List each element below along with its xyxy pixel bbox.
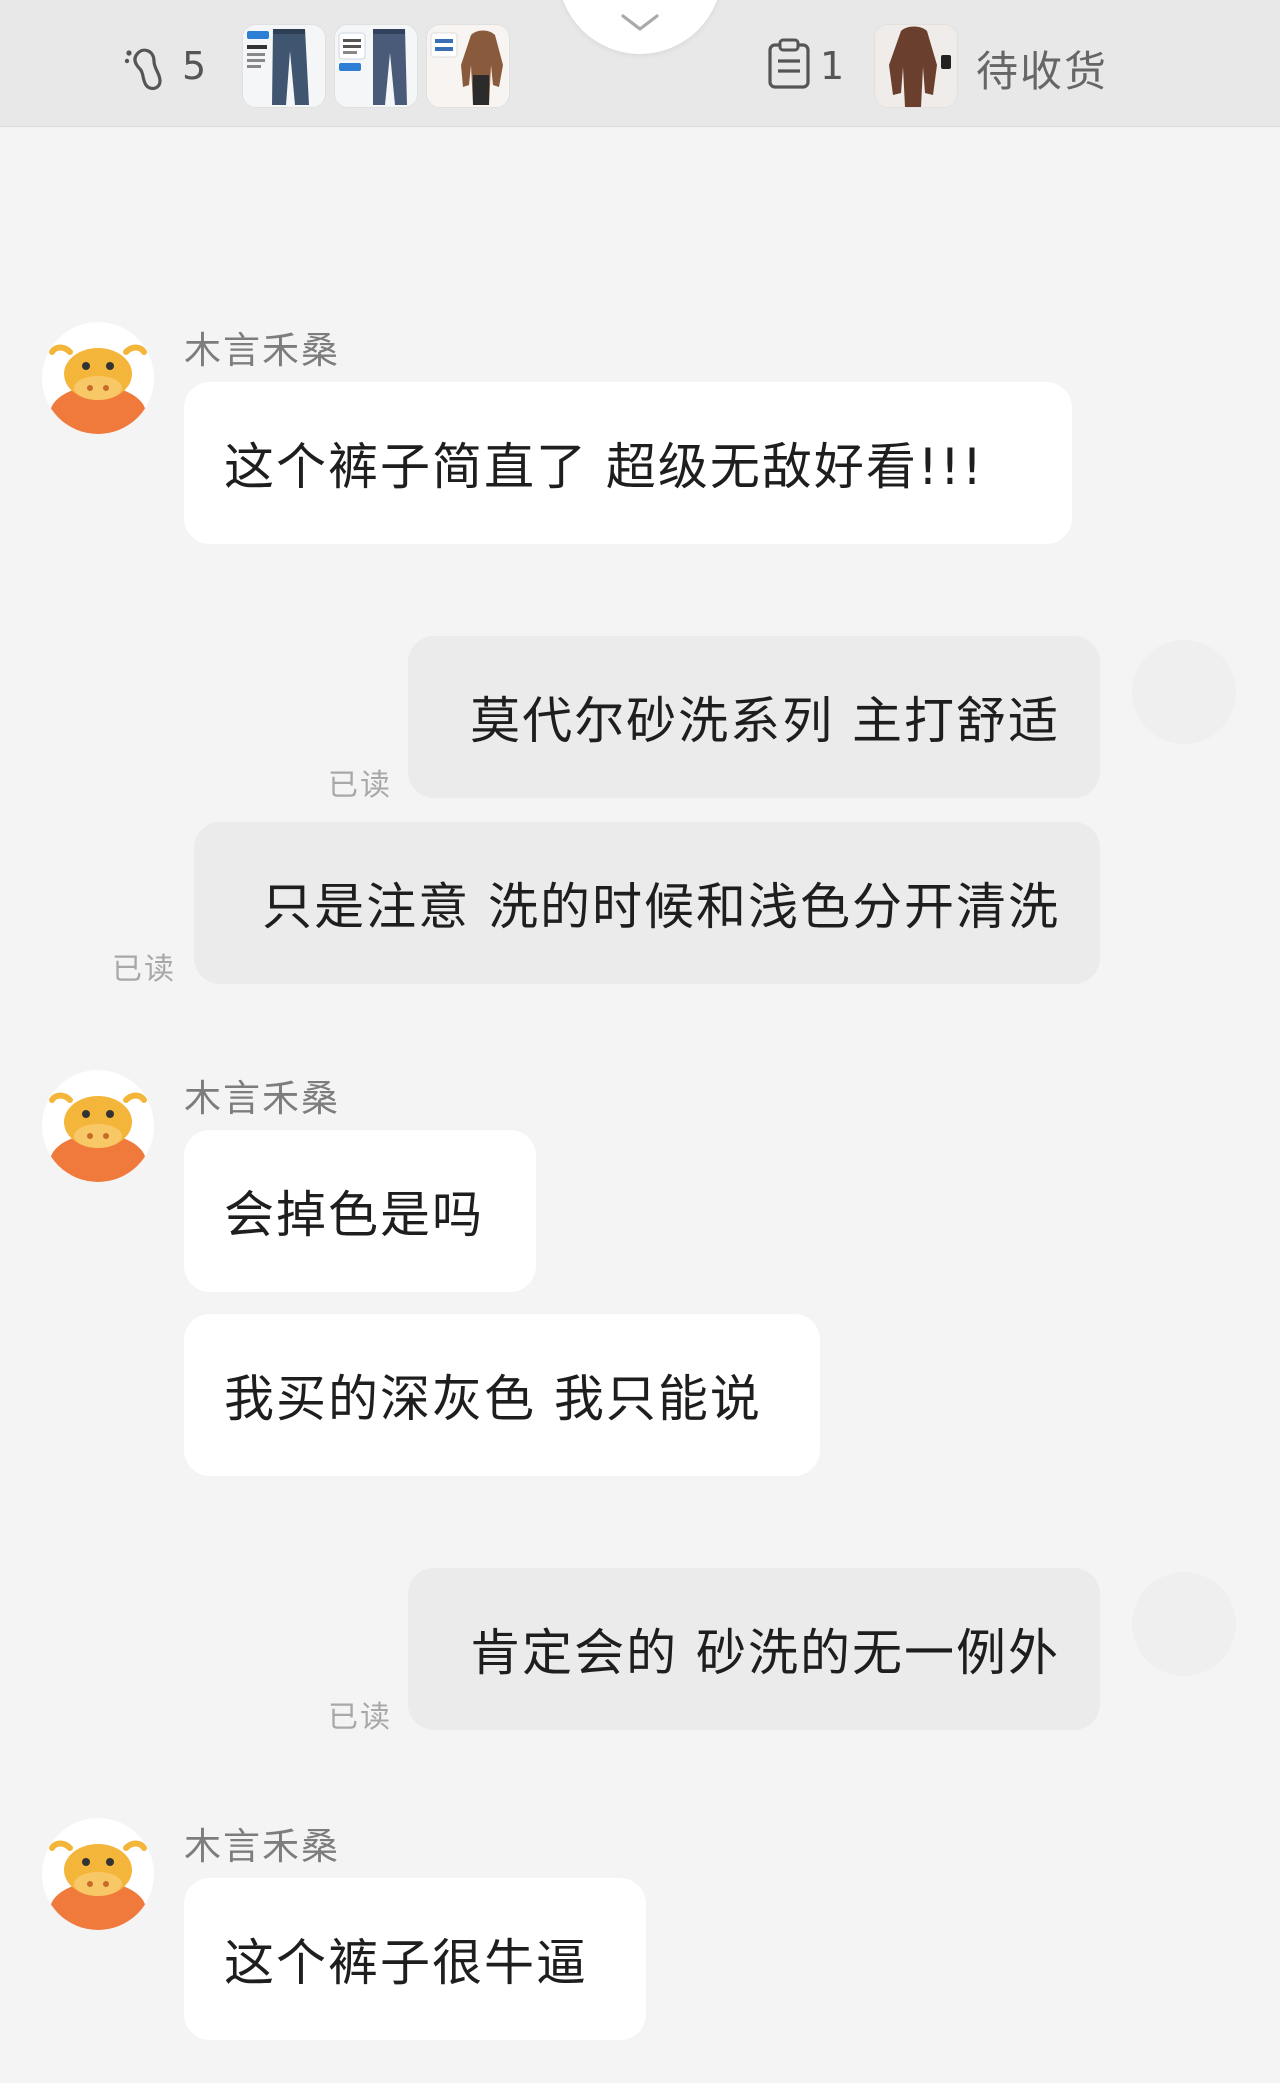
order-product-thumbnail[interactable] (874, 24, 958, 108)
seller-avatar[interactable] (1132, 1572, 1236, 1676)
order-count: 1 (820, 44, 845, 88)
message-text: 会掉色是吗 (224, 1186, 484, 1244)
message-text: 我买的深灰色 我只能说 (224, 1370, 762, 1428)
jeans-image (243, 25, 325, 107)
footprint-count: 5 (182, 44, 207, 88)
customer-avatar[interactable] (42, 322, 154, 434)
sender-name: 木言禾桑 (184, 1077, 340, 1120)
footprint-button[interactable]: 5 (120, 36, 206, 96)
read-receipt: 已读 (328, 1700, 392, 1735)
product-thumbnail[interactable] (334, 24, 418, 108)
message-bubble[interactable]: 肯定会的 砂洗的无一例外 (408, 1568, 1100, 1730)
chevron-down-icon (621, 14, 659, 31)
message-bubble[interactable]: 这个裤子简直了 超级无敌好看!!! (184, 382, 1072, 544)
order-info-bar: 5 1 待收货 (0, 0, 1280, 127)
message-bubble[interactable]: 会掉色是吗 (184, 1130, 536, 1292)
order-status-label[interactable]: 待收货 (976, 38, 1108, 99)
message-text: 这个裤子很牛逼 (224, 1934, 588, 1992)
ox-icon (49, 344, 147, 434)
read-receipt: 已读 (112, 952, 176, 987)
top-image (427, 25, 509, 107)
message-bubble[interactable]: 莫代尔砂洗系列 主打舒适 (408, 636, 1100, 798)
jeans-image (335, 25, 417, 107)
product-thumbnail[interactable] (426, 24, 510, 108)
message-text: 肯定会的 砂洗的无一例外 (470, 1624, 1060, 1682)
sender-name: 木言禾桑 (184, 329, 340, 372)
message-text: 只是注意 洗的时候和浅色分开清洗 (262, 878, 1060, 936)
message-bubble[interactable]: 只是注意 洗的时候和浅色分开清洗 (194, 822, 1100, 984)
top-image (875, 25, 957, 107)
seller-avatar[interactable] (1132, 640, 1236, 744)
read-receipt: 已读 (328, 768, 392, 803)
message-bubble[interactable]: 我买的深灰色 我只能说 (184, 1314, 820, 1476)
ox-icon (49, 1840, 147, 1930)
order-button[interactable]: 1 (766, 36, 844, 96)
footprint-icon (120, 39, 174, 93)
chat-page: 5 1 待收货 木言禾桑 这个裤子简直了 超级无敌好看!!! 莫代尔砂洗系列 主… (0, 0, 1280, 2083)
message-text: 莫代尔砂洗系列 主打舒适 (470, 692, 1060, 750)
clipboard-icon (766, 37, 812, 95)
message-text: 这个裤子简直了 超级无敌好看!!! (224, 438, 985, 496)
customer-avatar[interactable] (42, 1818, 154, 1930)
sender-name: 木言禾桑 (184, 1825, 340, 1868)
message-bubble[interactable]: 这个裤子很牛逼 (184, 1878, 646, 2040)
ox-icon (49, 1092, 147, 1182)
collapse-button[interactable] (558, 0, 722, 54)
customer-avatar[interactable] (42, 1070, 154, 1182)
product-thumbnail[interactable] (242, 24, 326, 108)
